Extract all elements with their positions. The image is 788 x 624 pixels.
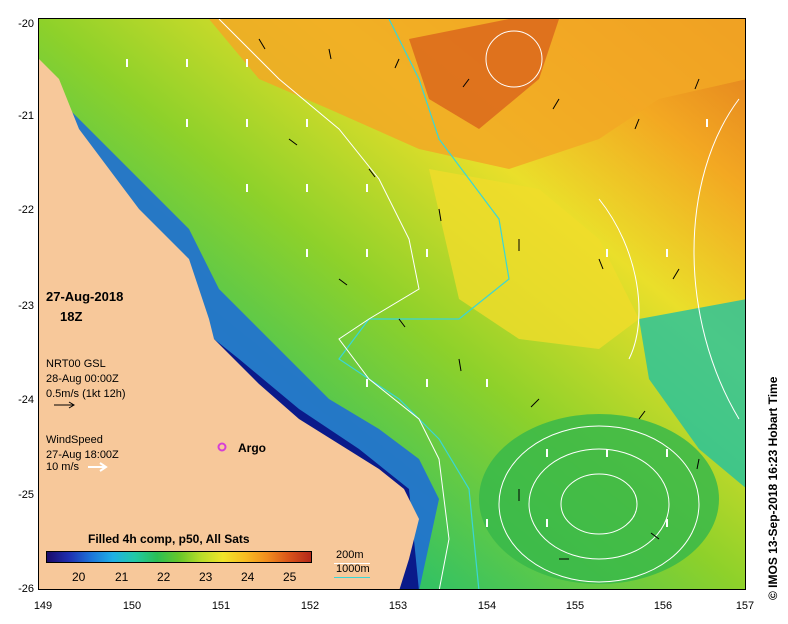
time-label: 18Z <box>60 309 83 324</box>
x-tick-label: 155 <box>565 600 585 612</box>
y-tick-label: -23 <box>18 300 34 312</box>
wind-scale-label: 10 m/s <box>46 461 80 473</box>
y-tick-label: -26 <box>18 583 34 595</box>
sst-colorbar <box>46 551 312 563</box>
y-tick-label: -22 <box>18 204 34 216</box>
colorbar-tick: 20 <box>72 570 86 584</box>
colorbar-tick: 23 <box>199 570 213 584</box>
x-tick-label: 150 <box>122 600 142 612</box>
colorbar-tick: 21 <box>115 570 129 584</box>
wind-label: WindSpeed <box>46 434 103 446</box>
colorbar-tick: 24 <box>241 570 255 584</box>
y-tick-label: -25 <box>18 489 34 501</box>
y-tick-label: -20 <box>18 18 34 30</box>
current-scale-label: 0.5m/s (1kt 12h) <box>46 388 126 400</box>
wind-scale-arrow-icon <box>88 462 108 472</box>
date-label: 27-Aug-2018 <box>46 289 124 304</box>
current-time-label: 28-Aug 00:00Z <box>46 373 119 385</box>
x-tick-label: 154 <box>477 600 497 612</box>
sst-map-graphic <box>39 19 745 589</box>
colorbar-tick: 25 <box>283 570 297 584</box>
copyright-label: © IMOS 13-Sep-2018 16:23 Hobart Time <box>766 376 780 600</box>
x-tick-label: 151 <box>211 600 231 612</box>
colorbar-title: Filled 4h comp, p50, All Sats <box>88 532 250 546</box>
isobath-200m-label: 200m <box>336 549 364 561</box>
colorbar-tick: 22 <box>157 570 171 584</box>
x-tick-label: 149 <box>33 600 53 612</box>
isobath-1000m-swatch <box>334 577 370 578</box>
isobath-1000m-label: 1000m <box>336 563 370 575</box>
x-tick-label: 157 <box>735 600 755 612</box>
x-tick-label: 153 <box>388 600 408 612</box>
current-source-label: NRT00 GSL <box>46 358 106 370</box>
y-tick-label: -21 <box>18 110 34 122</box>
sst-map <box>38 18 746 590</box>
argo-label: Argo <box>238 441 266 455</box>
x-tick-label: 152 <box>300 600 320 612</box>
x-tick-label: 156 <box>653 600 673 612</box>
current-scale-arrow-icon <box>54 401 75 409</box>
y-tick-label: -24 <box>18 394 34 406</box>
